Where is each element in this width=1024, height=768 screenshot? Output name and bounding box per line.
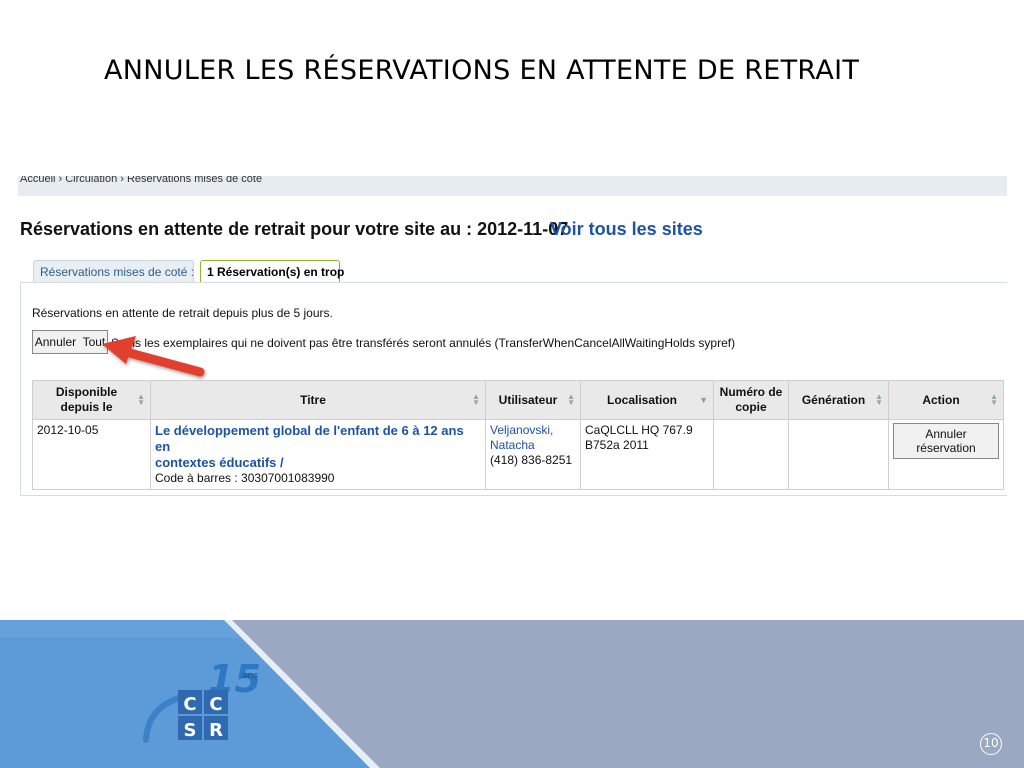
sort-icon: ▲ ▼ (875, 392, 883, 407)
col-header-copy-number[interactable]: Numéro de copie (713, 380, 789, 420)
user-link[interactable]: Veljanovski, Natacha (490, 423, 553, 452)
red-arrow-icon (102, 336, 205, 377)
sort-icon: ▲ ▼ (567, 392, 575, 407)
info-text: Réservations en attente de retrait depui… (32, 306, 333, 320)
cancel-reservation-button[interactable]: Annuler réservation (893, 423, 999, 459)
table-header-row: Disponible depuis le ▲ ▼ Titre ▲ ▼ Utilisa… (32, 380, 1004, 420)
cell-title: Le développement global de l'enfant de 6… (150, 419, 486, 490)
page-number: 10 (980, 733, 1002, 755)
col-header-action[interactable]: Action ▲ ▼ (888, 380, 1004, 420)
barcode: Code à barres : 30307001083990 (155, 471, 335, 485)
svg-text:C: C (209, 694, 222, 715)
cell-action: Annuler réservation (888, 419, 1004, 490)
col-header-generation[interactable]: Génération ▲ ▼ (788, 380, 889, 420)
cell-date: 2012-10-05 (32, 419, 151, 490)
ccsr-logo-icon: 15 ans C C S R (143, 660, 260, 743)
col-header-available[interactable]: Disponible depuis le ▲ ▼ (32, 380, 151, 420)
location-line1: CaQLCLL HQ 767.9 (585, 423, 693, 437)
col-header-copy-line1: Numéro de (719, 385, 783, 399)
table-row: 2012-10-05 Le développement global de l'… (32, 419, 1004, 490)
svg-text:ans: ans (242, 671, 258, 681)
cell-user: Veljanovski, Natacha (418) 836-8251 (485, 419, 581, 490)
breadcrumb-text: Accueil › Circulation › Réservations mis… (20, 176, 263, 185)
slide-title: ANNULER LES RÉSERVATIONS EN ATTENTE DE R… (104, 55, 860, 86)
svg-text:R: R (209, 720, 223, 741)
col-header-title-label: Titre (300, 392, 326, 407)
sort-icon: ▲ ▼ (990, 392, 998, 407)
col-header-generation-label: Génération (801, 392, 866, 407)
col-header-title[interactable]: Titre ▲ ▼ (150, 380, 486, 420)
holds-table: Disponible depuis le ▲ ▼ Titre ▲ ▼ Utilisa… (32, 380, 1004, 490)
title-link[interactable]: Le développement global de l'enfant de 6… (155, 423, 464, 470)
title-line2: contextes éducatifs / (155, 455, 284, 470)
cell-generation (788, 419, 889, 490)
col-header-location[interactable]: Localisation ▼ (580, 380, 714, 420)
cell-location: CaQLCLL HQ 767.9 B752a 2011 (580, 419, 714, 490)
col-header-available-line2: depuis le (60, 400, 113, 414)
col-header-available-line1: Disponible (55, 385, 118, 399)
col-header-copy-line2: copie (735, 400, 767, 414)
col-header-location-label: Localisation (606, 392, 677, 407)
page-heading: Réservations en attente de retrait pour … (20, 219, 569, 239)
location-line2: B752a 2011 (585, 438, 649, 452)
title-line1: Le développement global de l'enfant de 6… (155, 423, 464, 454)
user-line1: Veljanovski, (490, 423, 554, 437)
sort-icon: ▲ ▼ (137, 392, 145, 407)
tab-reservations-en-trop[interactable]: 1 Réservation(s) en trop (200, 260, 344, 282)
user-phone: (418) 836-8251 (490, 453, 573, 467)
tab-reservations-mises-de-cote[interactable]: Réservations mises de coté : (33, 260, 194, 282)
breadcrumb: Accueil › Circulation › Réservations mis… (18, 176, 1007, 196)
sort-desc-icon: ▼ (699, 395, 708, 405)
svg-text:S: S (184, 720, 197, 741)
user-line2: Natacha (490, 438, 535, 452)
sort-icon: ▲ ▼ (472, 392, 480, 407)
svg-text:C: C (183, 694, 196, 715)
cell-copy-number (713, 419, 789, 490)
col-header-action-label: Action (922, 392, 960, 407)
col-header-user[interactable]: Utilisateur ▲ ▼ (485, 380, 581, 420)
col-header-user-label: Utilisateur (498, 392, 558, 407)
voir-tous-link[interactable]: Voir tous les sites (550, 219, 703, 240)
